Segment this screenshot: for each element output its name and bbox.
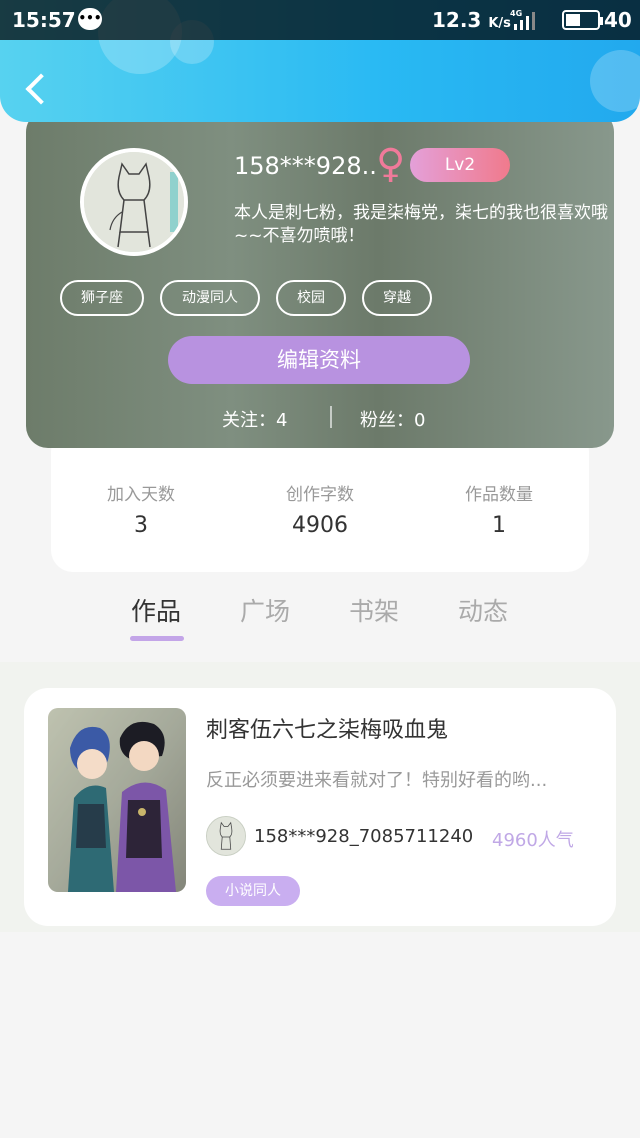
signal-icon: 4G (510, 8, 544, 37)
network-speed: 12.3 K/s (432, 8, 511, 32)
stats-card: 加入天数 3 创作字数 4906 作品数量 1 (51, 430, 589, 572)
active-tab-indicator (130, 636, 184, 641)
tab-square[interactable]: 广场 (225, 592, 305, 628)
decor-bubble (590, 50, 640, 112)
stat-join-days: 加入天数 3 (51, 480, 231, 538)
network-speed-unit: K/s (488, 16, 511, 31)
tag-chip[interactable]: 动漫同人 (160, 280, 260, 316)
divider (330, 406, 332, 428)
profile-card: 158***928.. ♀ Lv2 本人是刺七粉，我是柒梅党，柒七的我也很喜欢哦… (26, 110, 614, 448)
bio-text: 本人是刺七粉，我是柒梅党，柒七的我也很喜欢哦~~不喜勿喷哦！ (234, 203, 608, 246)
message-bubble-icon: ••• (78, 8, 102, 30)
popularity-count: 4960人气 (492, 830, 574, 851)
stat-value: 4906 (292, 513, 348, 538)
category-badge[interactable]: 小说同人 (206, 876, 300, 906)
work-cover-image[interactable] (48, 708, 186, 892)
author-avatar[interactable] (206, 816, 246, 856)
stat-word-count: 创作字数 4906 (230, 480, 410, 538)
back-button[interactable] (18, 68, 54, 108)
battery-level: 40 (604, 8, 632, 32)
tab-activity[interactable]: 动态 (443, 592, 523, 628)
work-description: 反正必须要进来看就对了！特别好看的哟... (206, 770, 548, 791)
stat-value: 1 (492, 513, 506, 538)
avatar-sketch-image (84, 152, 184, 252)
following-count[interactable]: 关注：4 (222, 406, 287, 432)
stat-value: 3 (134, 513, 148, 538)
header-bar: 15:57 ••• 12.3 K/s 4G 40 (0, 0, 640, 122)
stat-label: 创作字数 (286, 485, 354, 505)
stat-label: 作品数量 (465, 485, 533, 505)
level-badge: Lv2 (410, 148, 510, 182)
followers-count[interactable]: 粉丝：0 (360, 406, 425, 432)
author-name: 158***928_7085711240 (254, 826, 474, 847)
work-card[interactable]: 刺客伍六七之柒梅吸血鬼 反正必须要进来看就对了！特别好看的哟... 158***… (24, 688, 616, 926)
status-time: 15:57 (12, 8, 76, 32)
tab-works[interactable]: 作品 (116, 592, 196, 628)
avatar[interactable] (80, 148, 188, 256)
edit-profile-button[interactable]: 编辑资料 (168, 336, 470, 384)
female-symbol-icon: ♀ (376, 141, 406, 187)
tag-chip[interactable]: 狮子座 (60, 280, 144, 316)
network-speed-value: 12.3 (432, 8, 482, 32)
tag-chip[interactable]: 校园 (276, 280, 346, 316)
status-bar: 15:57 ••• 12.3 K/s 4G 40 (0, 0, 640, 40)
tab-bookshelf[interactable]: 书架 (334, 592, 414, 628)
username: 158***928.. (234, 152, 377, 180)
stat-work-count: 作品数量 1 (409, 480, 589, 538)
tag-chip[interactable]: 穿越 (362, 280, 432, 316)
battery-icon (562, 10, 603, 30)
stat-label: 加入天数 (107, 485, 175, 505)
network-type: 4G (510, 9, 522, 18)
work-title[interactable]: 刺客伍六七之柒梅吸血鬼 (206, 712, 448, 744)
